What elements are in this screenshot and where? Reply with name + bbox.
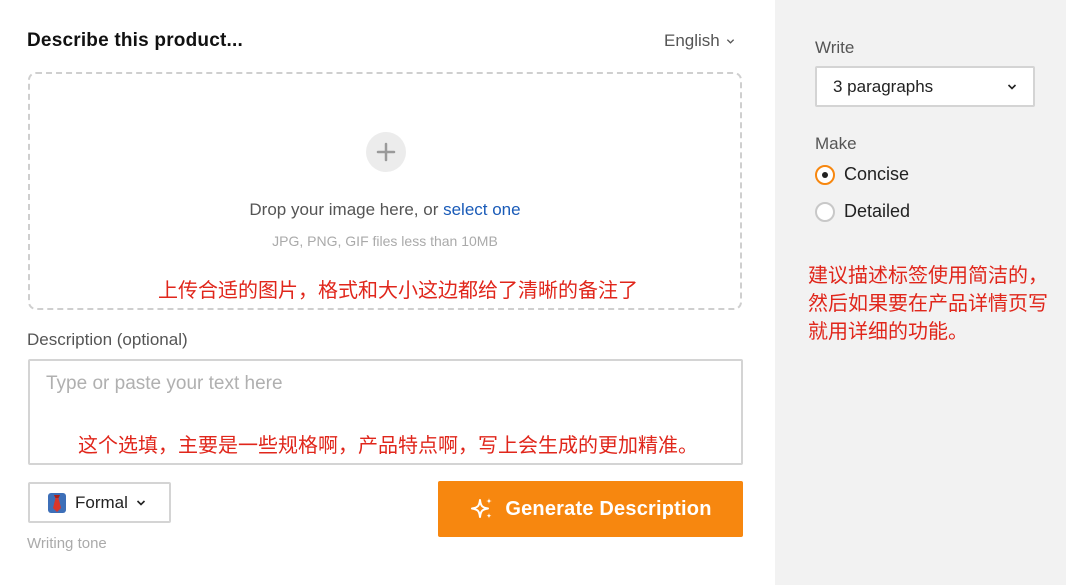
plus-icon — [376, 142, 396, 162]
radio-button[interactable] — [815, 201, 835, 222]
add-image-button[interactable] — [366, 132, 406, 172]
description-box[interactable]: 这个选填，主要是一些规格啊，产品特点啊，写上会生成的更加精准。 — [28, 359, 743, 465]
chevron-down-icon — [726, 38, 734, 44]
necktie-icon — [48, 492, 66, 513]
generate-label: Generate Description — [505, 497, 712, 520]
chevron-down-icon — [1007, 83, 1017, 90]
drop-instruction: Drop your image here, or select one — [30, 200, 740, 220]
writing-tone-dropdown[interactable]: Formal — [28, 482, 171, 523]
image-dropzone[interactable]: Drop your image here, or select one JPG,… — [28, 72, 742, 310]
main-panel: Describe this product... English Drop yo… — [0, 0, 775, 585]
description-annotation: 这个选填，主要是一些规格啊，产品特点啊，写上会生成的更加精准。 — [78, 435, 698, 457]
generate-description-button[interactable]: Generate Description — [438, 481, 743, 537]
make-label: Make — [815, 134, 857, 153]
description-input[interactable] — [46, 373, 716, 395]
chevron-down-icon — [136, 499, 145, 506]
file-type-hint: JPG, PNG, GIF files less than 10MB — [272, 233, 498, 249]
drop-text: Drop your image here, or — [249, 200, 444, 219]
paragraph-count-select[interactable]: 3 paragraphs — [815, 66, 1035, 107]
page-title: Describe this product... — [27, 30, 243, 51]
language-selector[interactable]: English — [664, 31, 735, 51]
language-label: English — [664, 31, 720, 50]
tone-value: Formal — [75, 492, 128, 512]
writing-tone-label: Writing tone — [27, 535, 107, 552]
description-label: Description (optional) — [27, 330, 188, 349]
radio-detailed-label: Detailed — [844, 201, 911, 221]
radio-detailed[interactable]: Detailed — [815, 201, 910, 222]
upload-annotation: 上传合适的图片，格式和大小这边都给了清晰的备注了 — [158, 280, 638, 302]
sparkle-icon — [471, 498, 493, 519]
select-file-link[interactable]: select one — [443, 200, 521, 219]
write-label: Write — [815, 38, 855, 57]
settings-sidebar: Write 3 paragraphs Make Concise Detailed… — [775, 0, 1066, 585]
style-annotation: 建议描述标签使用简洁的，然后如果要在产品详情页写就用详细的功能。 — [808, 265, 1048, 343]
radio-button-selected[interactable] — [815, 164, 835, 185]
paragraph-count-value: 3 paragraphs — [833, 76, 934, 96]
radio-concise[interactable]: Concise — [815, 164, 909, 185]
radio-concise-label: Concise — [844, 164, 910, 184]
